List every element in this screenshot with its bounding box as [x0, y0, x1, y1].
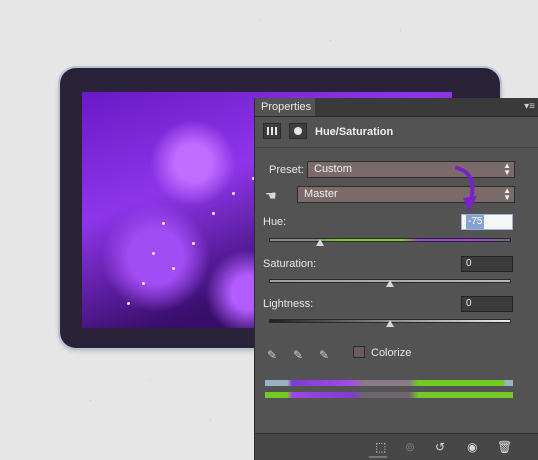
annotation-arrow-icon [455, 166, 477, 212]
lightness-value: 0 [466, 298, 472, 309]
lightness-field[interactable]: 0 [461, 296, 513, 312]
colorize-checkbox[interactable] [353, 346, 365, 358]
saturation-label: Saturation: [263, 258, 317, 270]
lightness-slider-thumb[interactable] [386, 320, 394, 327]
preset-label: Preset: [269, 164, 304, 176]
lightness-label: Lightness: [263, 298, 314, 310]
clip-to-layer-icon[interactable]: ⬚ [375, 440, 386, 454]
channel-dropdown[interactable]: Master ▲ ▼ [297, 186, 515, 203]
adjustment-title: Hue/Saturation [315, 126, 394, 138]
hue-label: Hue: [263, 216, 287, 228]
reset-icon[interactable]: ↺ [435, 440, 445, 454]
input-color-bar [265, 380, 513, 386]
eyedropper-plus-icon[interactable]: ✎ [293, 348, 303, 362]
hue-field[interactable]: -75 [461, 214, 513, 230]
saturation-field[interactable]: 0 [461, 256, 513, 272]
hue-slider-thumb[interactable] [316, 239, 324, 246]
preset-value: Custom [314, 163, 352, 175]
view-previous-state-icon[interactable]: ⊚ [405, 440, 415, 454]
panel-footer: ⬚ ⊚ ↺ ◉ 🗑 [255, 433, 538, 460]
hue-slider-track[interactable] [269, 238, 511, 242]
saturation-value: 0 [466, 258, 472, 269]
adjustment-header: Hue/Saturation [255, 117, 538, 148]
tab-properties[interactable]: Properties [255, 98, 315, 116]
trash-icon[interactable]: 🗑 [497, 440, 512, 454]
colorize-label: Colorize [371, 347, 412, 359]
eyedropper-icon[interactable]: ✎ [267, 348, 277, 362]
dropdown-arrows-icon: ▲ ▼ [503, 161, 511, 177]
resize-grip[interactable] [369, 456, 387, 458]
output-color-bar [265, 392, 513, 398]
visibility-eye-icon[interactable]: ◉ [467, 440, 477, 454]
hue-value: -75 [466, 215, 485, 229]
channel-value: Master [304, 188, 338, 200]
dropdown-arrows-icon: ▲ ▼ [503, 186, 511, 202]
hue-saturation-icon[interactable] [263, 123, 281, 139]
targeted-adjustment-hand-icon[interactable]: ☚ [265, 188, 283, 204]
properties-panel: Properties ▾≡ Hue/Saturation Preset: Cus… [254, 98, 538, 460]
layer-mask-icon[interactable] [289, 123, 307, 139]
saturation-slider-thumb[interactable] [386, 280, 394, 287]
panel-menu-icon[interactable]: ▾≡ [524, 101, 535, 112]
preset-dropdown[interactable]: Custom ▲ ▼ [307, 161, 515, 178]
eyedropper-minus-icon[interactable]: ✎ [319, 348, 329, 362]
panel-tabbar: Properties ▾≡ [255, 98, 538, 117]
